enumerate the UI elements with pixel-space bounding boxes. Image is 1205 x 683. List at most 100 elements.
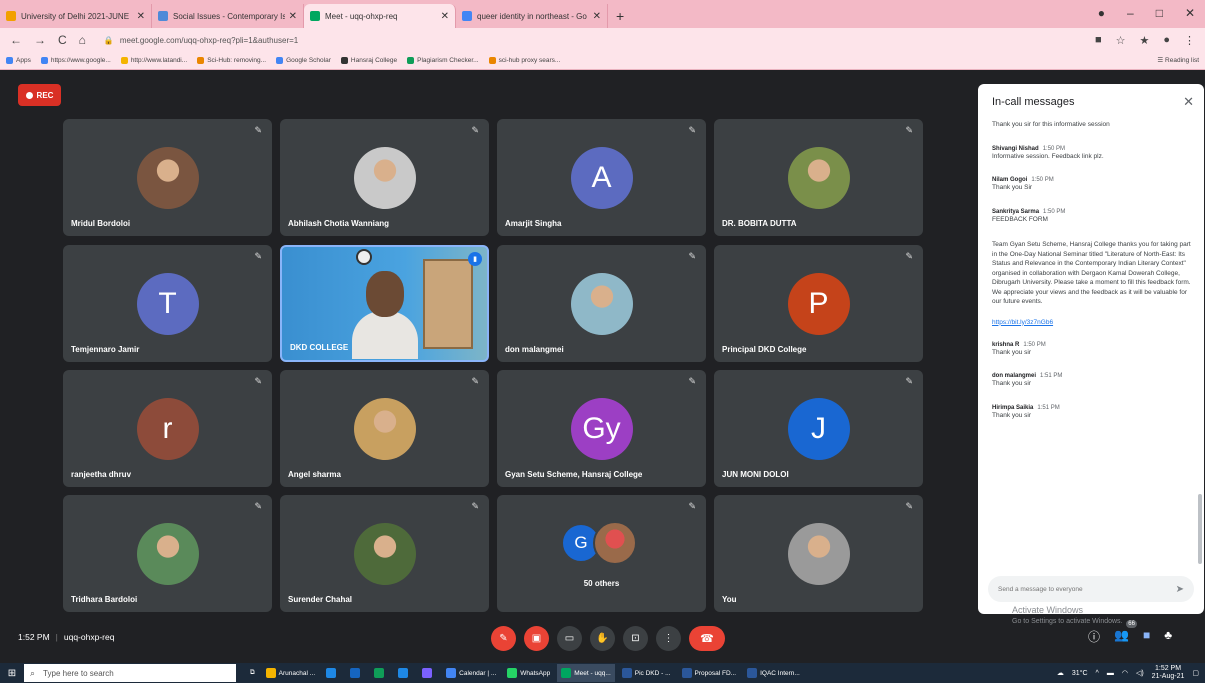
forward-button[interactable]: → <box>34 33 46 47</box>
tab-close-icon[interactable]: ✕ <box>137 11 145 22</box>
extensions-icon[interactable]: ★ <box>1139 34 1149 47</box>
menu-icon[interactable]: ⋮ <box>1184 34 1195 47</box>
battery-icon[interactable]: ▬ <box>1107 670 1114 677</box>
new-tab-button[interactable]: + <box>616 8 624 24</box>
taskbar-app[interactable]: Meet - uqq... <box>557 664 615 682</box>
star-icon[interactable]: ☆ <box>1116 34 1126 47</box>
bookmark-item[interactable]: http://www.latandi... <box>120 57 187 64</box>
tray-arrow-icon[interactable]: ^ <box>1096 670 1099 677</box>
taskbar-app-label: IQAC Intern... <box>760 669 800 677</box>
taskbar-app[interactable]: IQAC Intern... <box>743 664 804 682</box>
taskbar-app[interactable] <box>322 664 343 682</box>
taskbar-app[interactable]: Proposal FD... <box>678 664 741 682</box>
app-icon <box>747 668 758 678</box>
taskbar-app[interactable]: Arunachal ... <box>262 664 320 682</box>
browser-tab[interactable]: University of Delhi 2021-JUNE ✕ <box>0 4 152 28</box>
bookmark-item[interactable]: Google Scholar <box>276 57 331 64</box>
participant-tile[interactable]: ✎ Abhilash Chotia Wanniang <box>280 119 489 236</box>
tab-close-icon[interactable]: ✕ <box>441 11 449 22</box>
bookmark-item[interactable]: Apps <box>6 57 31 64</box>
app-icon <box>374 668 385 678</box>
bookmark-item[interactable]: sci-hub proxy sears... <box>488 57 560 64</box>
bookmark-label: Plagiarism Checker... <box>417 57 479 64</box>
taskbar-app[interactable] <box>370 664 391 682</box>
notifications-icon[interactable]: ▢ <box>1192 669 1199 677</box>
chat-message-input[interactable] <box>998 585 1176 593</box>
message-time: 1:50 PM <box>1023 341 1046 348</box>
taskbar-app[interactable]: Calendar | ... <box>442 664 500 682</box>
url-field[interactable]: 🔒 meet.google.com/uqq-ohxp-req?pli=1&aut… <box>103 31 1087 49</box>
participant-tile[interactable]: J ✎ JUN MONI DOLOI <box>714 370 923 487</box>
participant-tile[interactable]: ✎ Mridul Bordoloi <box>63 119 272 236</box>
back-button[interactable]: ← <box>10 33 22 47</box>
profile-icon[interactable]: ● <box>1098 6 1105 20</box>
participant-avatar: r <box>136 397 199 460</box>
bookmark-item[interactable]: Sci-Hub: removing... <box>197 57 266 64</box>
system-clock[interactable]: 1:52 PM 21-Aug-21 <box>1152 665 1185 681</box>
camera-toggle-button[interactable]: ▣ <box>524 626 549 651</box>
tab-close-icon[interactable]: ✕ <box>593 11 601 22</box>
volume-icon[interactable]: ◁) <box>1136 669 1144 677</box>
minimize-button[interactable]: – <box>1127 6 1134 20</box>
others-count: 50 others <box>583 579 620 588</box>
windows-start-icon[interactable]: ⊞ <box>0 668 24 679</box>
avatar[interactable]: ● <box>1163 34 1170 47</box>
participant-tile[interactable]: ✎ don malangmei <box>497 245 706 362</box>
participant-tile[interactable]: r ✎ ranjeetha dhruv <box>63 370 272 487</box>
bookmark-favicon-icon <box>120 57 128 64</box>
camera-icon[interactable]: ■ <box>1095 34 1102 47</box>
taskbar-search[interactable]: ⌕ Type here to search <box>24 664 236 682</box>
bookmark-item[interactable]: Plagiarism Checker... <box>407 57 479 64</box>
activities-button[interactable]: ♣ <box>1164 628 1172 645</box>
send-icon[interactable]: ➤ <box>1176 584 1184 595</box>
participant-tile[interactable]: T ✎ Temjennaro Jamir <box>63 245 272 362</box>
mic-toggle-button[interactable]: ✎ <box>491 626 516 651</box>
taskbar-app[interactable] <box>394 664 415 682</box>
participant-name: don malangmei <box>505 345 564 354</box>
taskbar-app[interactable] <box>346 664 367 682</box>
tab-label: Social Issues - Contemporary Iss <box>173 11 285 21</box>
participant-tile[interactable]: G 50 others ✎ <box>497 495 706 612</box>
participant-tile[interactable]: P ✎ Principal DKD College <box>714 245 923 362</box>
tab-close-icon[interactable]: ✕ <box>289 11 297 22</box>
task-view-icon[interactable]: ⧉ <box>246 664 259 682</box>
participant-tile[interactable]: A ✎ Amarjit Singha <box>497 119 706 236</box>
browser-tab[interactable]: Social Issues - Contemporary Iss ✕ <box>152 4 304 28</box>
close-window-button[interactable]: ✕ <box>1185 6 1195 20</box>
participant-tile[interactable]: ▮ DKD COLLEGE <box>280 245 489 362</box>
taskbar-app[interactable] <box>418 664 439 682</box>
wifi-icon[interactable]: ◠ <box>1122 669 1128 677</box>
taskbar-app[interactable]: Pic DKD - ... <box>618 664 675 682</box>
bookmark-list: Apps https://www.google... http://www.lata… <box>6 57 570 64</box>
browser-tab[interactable]: queer identity in northeast - Go ✕ <box>456 4 608 28</box>
close-icon[interactable]: ✕ <box>1183 94 1194 110</box>
tab-label: queer identity in northeast - Go <box>477 11 587 21</box>
meeting-time: 1:52 PM <box>18 632 50 642</box>
browser-tab[interactable]: Meet - uqq-ohxp-req ✕ <box>304 4 456 28</box>
captions-button[interactable]: ▭ <box>557 626 582 651</box>
chat-scrollbar[interactable] <box>1198 494 1202 564</box>
bookmark-item[interactable]: https://www.google... <box>40 57 111 64</box>
participant-tile[interactable]: ✎ Tridhara Bardoloi <box>63 495 272 612</box>
reading-list-button[interactable]: ☰ Reading list <box>1157 56 1199 64</box>
participant-tile[interactable]: ✎ Surender Chahal <box>280 495 489 612</box>
participant-tile[interactable]: ✎ You <box>714 495 923 612</box>
maximize-button[interactable]: □ <box>1156 6 1163 20</box>
participant-tile[interactable]: ✎ DR. BOBITA DUTTA <box>714 119 923 236</box>
home-icon[interactable]: ⌂ <box>79 33 86 47</box>
participant-tile[interactable]: ✎ Angel sharma <box>280 370 489 487</box>
more-options-button[interactable]: ⋮ <box>656 626 681 651</box>
chat-icon: ■ <box>1142 628 1151 642</box>
participant-tile[interactable]: Gy ✎ Gyan Setu Scheme, Hansraj College <box>497 370 706 487</box>
people-button[interactable]: 👥 66 <box>1114 620 1137 645</box>
leave-call-button[interactable]: ☎ <box>689 626 725 651</box>
raise-hand-button[interactable]: ✋ <box>590 626 615 651</box>
taskbar-app[interactable]: WhatsApp <box>503 664 554 682</box>
chat-button[interactable]: ■ <box>1143 628 1150 645</box>
reload-button[interactable]: C <box>58 33 67 47</box>
feedback-link[interactable]: https://bit.ly/3z7nGb6 <box>992 319 1192 326</box>
present-button[interactable]: ⊡ <box>623 626 648 651</box>
info-icon[interactable]: ⓘ <box>1088 628 1100 645</box>
weather-icon[interactable]: ☁ <box>1057 669 1064 677</box>
bookmark-item[interactable]: Hansraj College <box>340 57 397 64</box>
